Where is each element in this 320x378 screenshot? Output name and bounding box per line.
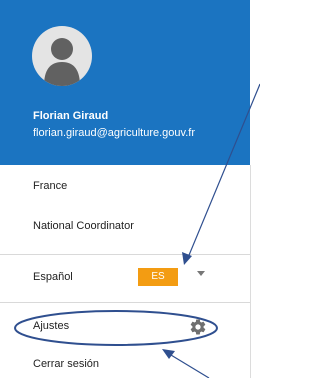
annotation-arrow (165, 351, 210, 378)
user-email: florian.giraud@agriculture.gouv.fr (33, 127, 195, 139)
annotation-arrowhead (162, 349, 175, 359)
user-header: Florian Giraud florian.giraud@agricultur… (0, 0, 250, 165)
avatar[interactable] (32, 26, 92, 86)
language-label: Español (33, 271, 73, 283)
gear-icon[interactable] (189, 318, 207, 336)
user-avatar-icon (44, 38, 80, 86)
country-label: France (33, 180, 68, 192)
role-label: National Coordinator (33, 220, 134, 232)
divider (0, 302, 250, 303)
language-badge[interactable]: ES (138, 268, 178, 286)
user-name: Florian Giraud (33, 110, 109, 122)
panel-edge (250, 165, 251, 378)
divider (0, 254, 250, 255)
caret-down-icon[interactable] (197, 271, 205, 276)
logout-menu-item[interactable]: Cerrar sesión (33, 358, 99, 370)
settings-label: Ajustes (33, 320, 70, 332)
